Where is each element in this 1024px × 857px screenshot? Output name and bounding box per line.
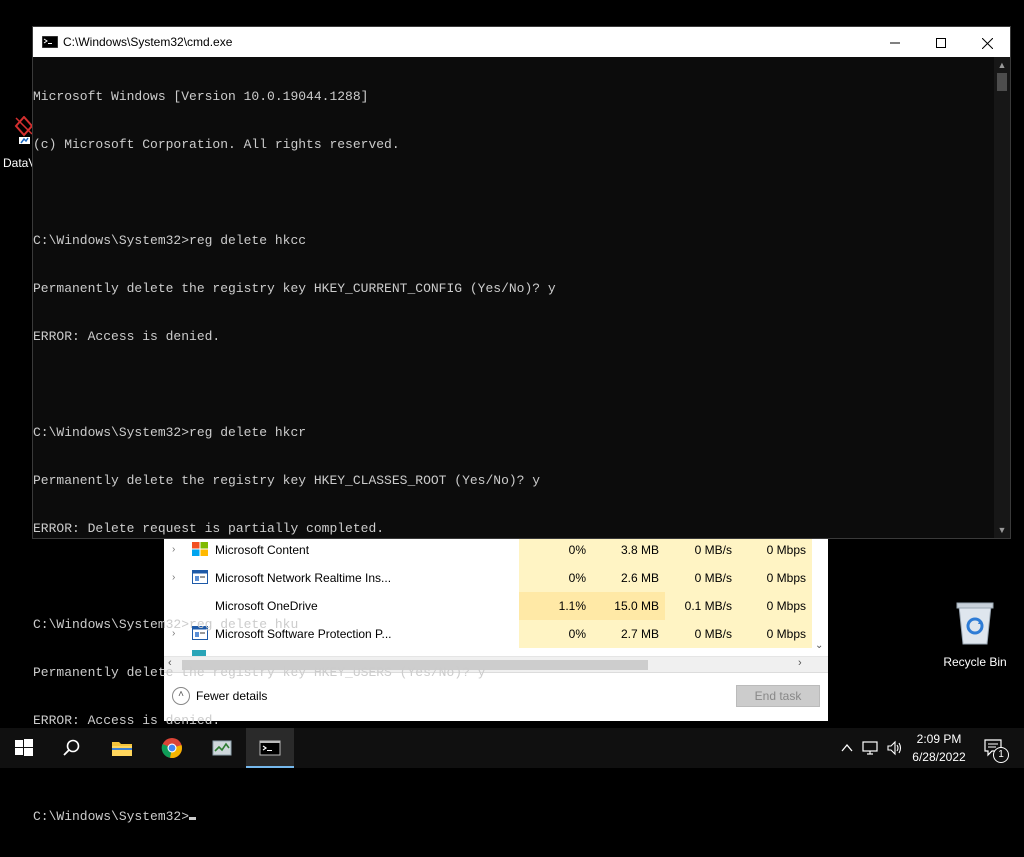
console-line: C:\Windows\System32>reg delete hkcr	[33, 425, 307, 440]
action-center-button[interactable]: 1	[980, 728, 1024, 768]
close-icon	[981, 37, 993, 50]
console-line: ERROR: Access is denied.	[33, 713, 221, 728]
text-cursor	[189, 817, 197, 820]
cmd-window[interactable]: C:\Windows\System32\cmd.exe Microsoft Wi…	[33, 27, 1010, 824]
minimize-icon	[890, 42, 900, 44]
console-scroll-thumb[interactable]	[997, 73, 1007, 91]
task-manager-icon	[212, 740, 232, 756]
show-hidden-icons-button[interactable]	[838, 728, 856, 768]
datav-app-icon	[14, 116, 34, 144]
start-button[interactable]	[0, 728, 48, 768]
console-line: ERROR: Access is denied.	[33, 329, 221, 344]
task-manager-taskbar-button[interactable]	[198, 728, 246, 768]
file-explorer-button[interactable]	[98, 728, 146, 768]
minimize-button[interactable]	[872, 27, 918, 57]
scroll-down-icon[interactable]: ▼	[994, 522, 1010, 538]
maximize-icon	[936, 38, 946, 49]
console-line: (c) Microsoft Corporation. All rights re…	[33, 137, 400, 152]
cmd-app-icon	[42, 36, 58, 48]
folder-icon	[112, 742, 132, 756]
prompt-text: C:\Windows\System32>	[33, 809, 190, 824]
scroll-up-icon[interactable]: ▲	[994, 57, 1010, 73]
console-line: Microsoft Windows [Version 10.0.19044.12…	[33, 89, 369, 104]
console-line: Permanently delete the registry key HKEY…	[33, 281, 556, 296]
notification-count-badge: 1	[993, 747, 1009, 763]
console-vertical-scrollbar[interactable]: ▲ ▼	[994, 57, 1010, 538]
cmd-icon	[259, 740, 281, 756]
desktop-icon-datav[interactable]: DataV	[0, 110, 37, 170]
network-icon	[862, 741, 878, 755]
cmd-taskbar-button[interactable]	[246, 728, 294, 768]
command-prompt-line[interactable]: C:\Windows\System32>	[33, 809, 994, 825]
clock-time: 2:09 PM	[916, 732, 962, 746]
chrome-icon	[161, 738, 182, 758]
console-line: Permanently delete the registry key HKEY…	[33, 473, 541, 488]
window-title: C:\Windows\System32\cmd.exe	[63, 35, 233, 49]
console-line: C:\Windows\System32>reg delete hku	[33, 617, 299, 632]
network-tray-button[interactable]	[860, 728, 882, 768]
search-icon	[63, 739, 80, 756]
windows-logo-icon	[15, 739, 33, 756]
search-button[interactable]	[48, 728, 96, 768]
console-output[interactable]: Microsoft Windows [Version 10.0.19044.12…	[33, 57, 994, 824]
maximize-button[interactable]	[918, 27, 964, 57]
chrome-button[interactable]	[148, 728, 196, 768]
console-line: ERROR: Delete request is partially compl…	[33, 521, 385, 536]
taskbar: 2:09 PM 6/28/2022 1	[0, 728, 1024, 768]
desktop-icon-label: DataV	[3, 156, 37, 170]
close-button[interactable]	[964, 27, 1010, 57]
clock-date: 6/28/2022	[912, 750, 966, 764]
clock[interactable]: 2:09 PM 6/28/2022	[900, 730, 978, 770]
title-bar[interactable]: C:\Windows\System32\cmd.exe	[33, 27, 1010, 57]
console-line: C:\Windows\System32>reg delete hkcc	[33, 233, 307, 248]
console-line: Permanently delete the registry key HKEY…	[33, 665, 486, 680]
chevron-up-icon	[841, 743, 853, 752]
